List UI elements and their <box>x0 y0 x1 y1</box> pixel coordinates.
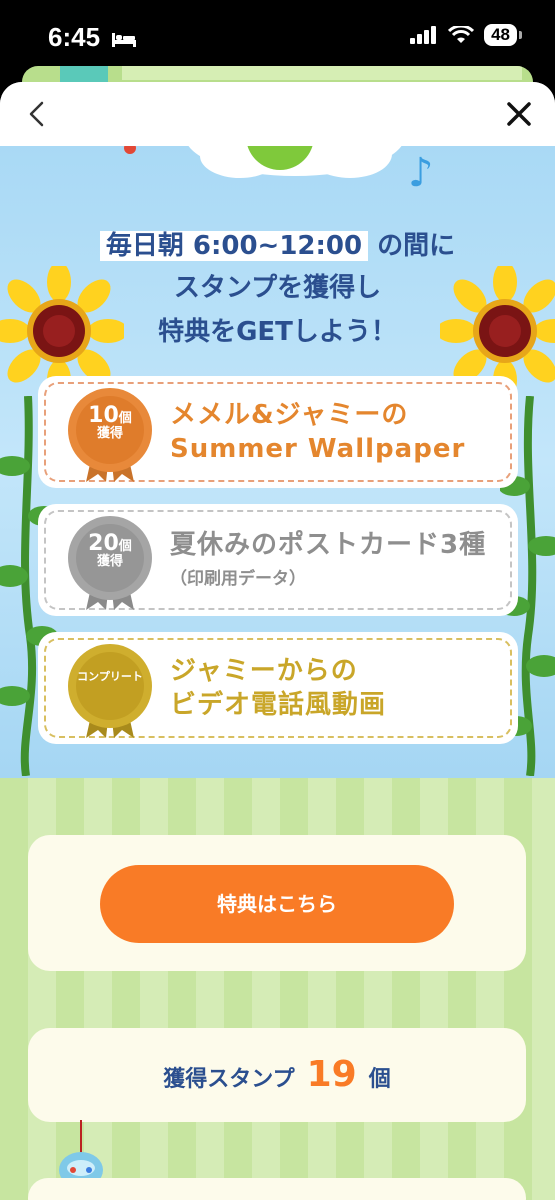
status-icons: 48 <box>410 24 522 46</box>
stamp-count: 19 <box>306 1054 357 1095</box>
cloud-illustration <box>188 146 402 178</box>
music-note-icon: ♪ <box>408 150 434 196</box>
badge-unit: 個 <box>118 539 132 554</box>
reward-title-line-1: メメル&ジャミーの <box>170 400 409 430</box>
headline-line-3: 特典をGETしよう！ <box>158 317 397 347</box>
view-rewards-button[interactable]: 特典はこちら <box>100 865 454 943</box>
badge-label: 10個 獲得 <box>64 404 156 441</box>
battery-icon: 48 <box>484 24 522 46</box>
badge-subtext: 獲得 <box>96 426 123 442</box>
campaign-hero: ♪ 毎日朝 6:00~12:00 の間に スタンプを獲得し 特典をGETしよう！… <box>0 146 555 778</box>
reward-card-10: 10個 獲得 メメル&ジャミーの Summer Wallpaper <box>38 376 518 488</box>
headline-line-1: 毎日朝 6:00~12:00 の間に <box>0 226 555 266</box>
background-bar <box>122 66 522 80</box>
status-bar: 6:45 48 <box>0 0 555 70</box>
modal-sheet: ♪ 毎日朝 6:00~12:00 の間に スタンプを獲得し 特典をGETしよう！… <box>0 82 555 1200</box>
campaign-headline: 毎日朝 6:00~12:00 の間に スタンプを獲得し 特典をGETしよう！ <box>0 226 555 354</box>
reward-title: 夏休みのポストカード3種 <box>170 530 487 560</box>
reward-title: メメル&ジャミーの Summer Wallpaper <box>170 398 465 466</box>
badge-unit: 個 <box>118 411 132 426</box>
gold-badge-icon <box>68 644 152 738</box>
badge-label: 20個 獲得 <box>64 532 156 569</box>
badge-label: コンプリート <box>77 670 143 683</box>
reward-title-line-1: ジャミーからの <box>170 656 358 686</box>
badge-count: 20 <box>88 531 119 556</box>
nav-bar <box>0 82 555 146</box>
reward-card-complete: コンプリート ジャミーからの ビデオ電話風動画 <box>38 632 518 744</box>
reward-note: （印刷用データ） <box>170 569 306 589</box>
headline-line-2: スタンプを獲得し <box>173 273 382 303</box>
status-time: 6:45 <box>48 22 137 53</box>
wifi-icon <box>448 26 475 43</box>
badge-count: 10 <box>88 403 119 428</box>
time-window-highlight: 毎日朝 6:00~12:00 <box>99 231 369 261</box>
stamp-unit: 個 <box>368 1067 391 1092</box>
reward-title: ジャミーからの ビデオ電話風動画 <box>170 654 386 722</box>
stamp-label: 獲得スタンプ <box>163 1067 295 1092</box>
badge-subtext: 獲得 <box>96 554 123 570</box>
decoration-dot <box>124 146 136 154</box>
back-chevron-icon[interactable] <box>22 98 52 130</box>
reward-title-line-2: ビデオ電話風動画 <box>170 690 387 720</box>
headline-line-1-rest: の間に <box>368 231 456 261</box>
stamp-count-panel: 獲得スタンプ 19 個 <box>28 1028 526 1122</box>
bed-icon <box>112 33 137 48</box>
reward-title-line-2: Summer Wallpaper <box>170 434 466 464</box>
next-panel <box>28 1178 526 1200</box>
stamp-area: 特典はこちら 獲得スタンプ 19 個 <box>0 778 555 1200</box>
reward-card-20: 20個 獲得 夏休みのポストカード3種 （印刷用データ） <box>38 504 518 616</box>
close-icon[interactable] <box>503 98 535 130</box>
reward-button-panel: 特典はこちら <box>28 835 526 971</box>
clock-text: 6:45 <box>48 22 101 52</box>
signal-icon <box>410 26 437 44</box>
